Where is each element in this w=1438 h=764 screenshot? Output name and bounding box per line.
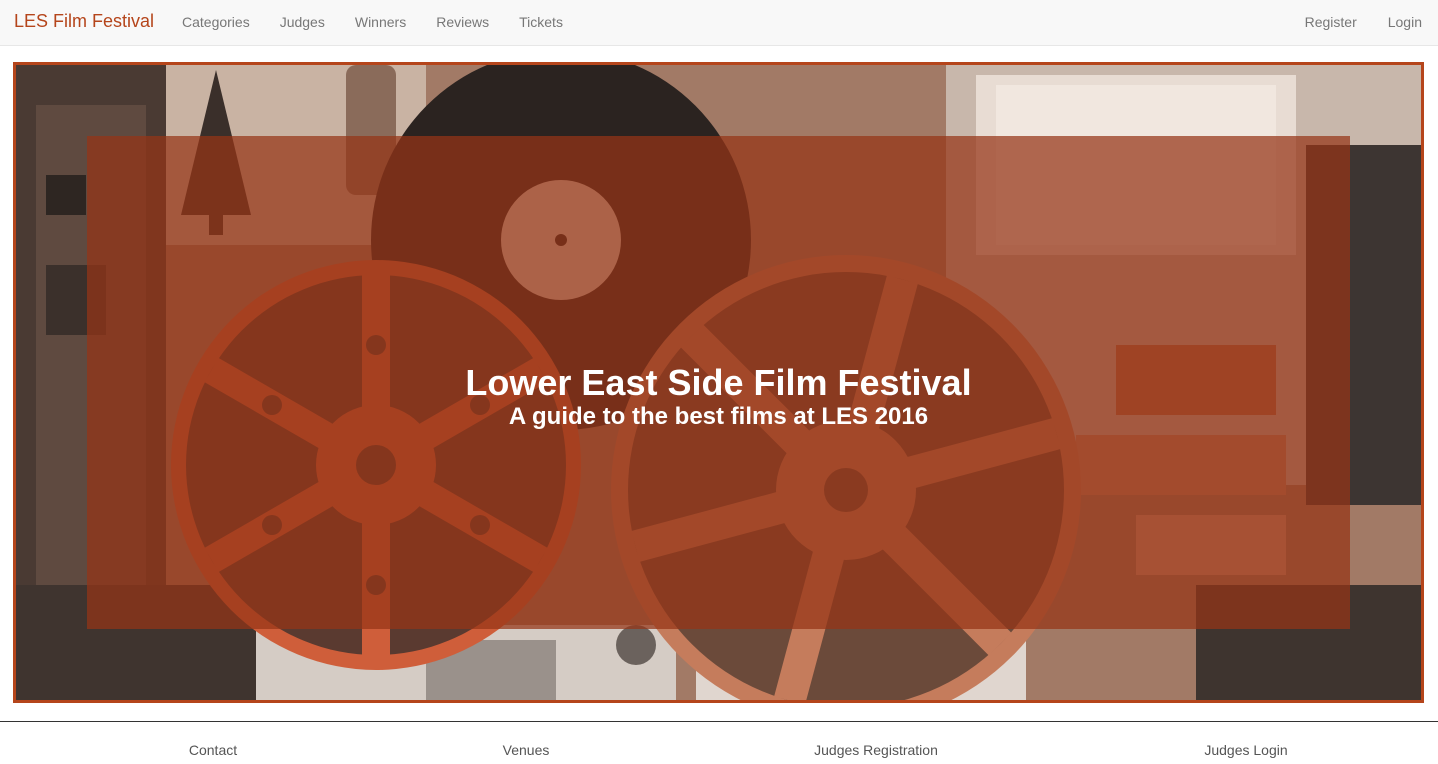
brand-link[interactable]: LES Film Festival bbox=[14, 11, 154, 32]
primary-nav: Categories Judges Winners Reviews Ticket… bbox=[167, 0, 578, 46]
nav-register[interactable]: Register bbox=[1290, 0, 1373, 46]
nav-winners[interactable]: Winners bbox=[340, 0, 421, 46]
footer-judges-login-link[interactable]: Judges Login bbox=[1204, 742, 1287, 758]
hero-title: Lower East Side Film Festival bbox=[465, 362, 972, 403]
footer-venues-link[interactable]: Venues bbox=[503, 742, 550, 758]
hero-overlay-panel: Lower East Side Film Festival A guide to… bbox=[87, 136, 1350, 629]
account-nav: Register Login bbox=[1290, 0, 1438, 46]
hero-subtitle: A guide to the best films at LES 2016 bbox=[508, 403, 929, 430]
nav-reviews[interactable]: Reviews bbox=[421, 0, 504, 46]
footer-contact-link[interactable]: Contact bbox=[189, 742, 237, 758]
nav-categories[interactable]: Categories bbox=[167, 0, 265, 46]
top-navbar: LES Film Festival Categories Judges Winn… bbox=[0, 0, 1438, 46]
nav-judges[interactable]: Judges bbox=[265, 0, 340, 46]
nav-login[interactable]: Login bbox=[1373, 0, 1438, 46]
hero-banner: Lower East Side Film Festival A guide to… bbox=[13, 62, 1424, 703]
nav-tickets[interactable]: Tickets bbox=[504, 0, 578, 46]
footer-judges-registration-link[interactable]: Judges Registration bbox=[814, 742, 938, 758]
footer-divider bbox=[0, 721, 1438, 722]
